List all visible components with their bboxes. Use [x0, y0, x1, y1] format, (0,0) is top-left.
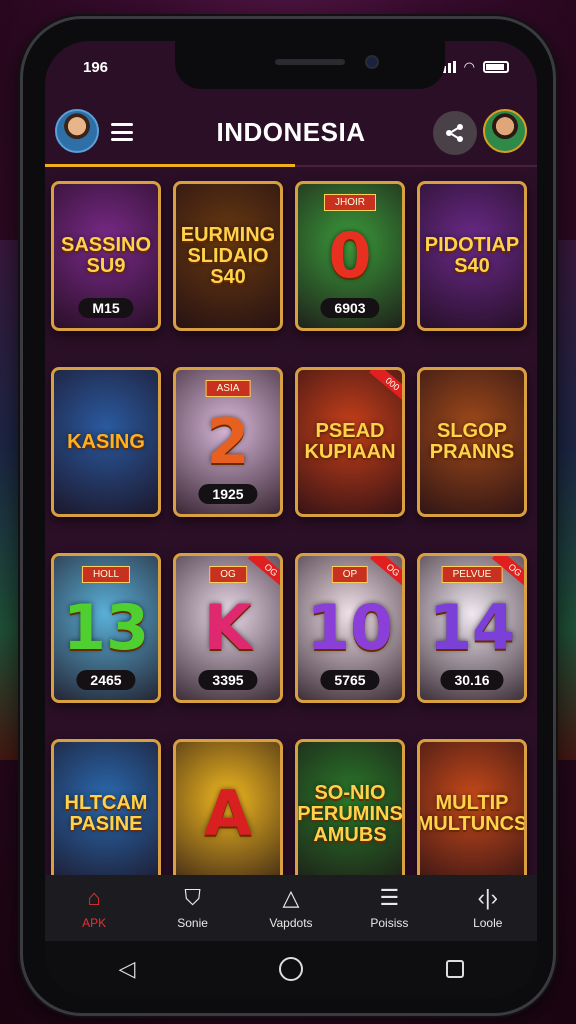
game-title: KASING	[67, 430, 145, 453]
share-button[interactable]	[433, 111, 477, 155]
recents-button[interactable]	[435, 949, 475, 989]
tab-label: Poisiss	[370, 916, 409, 930]
tab-loole[interactable]: ‹|› Loole	[443, 885, 533, 931]
tab-label: APK	[82, 916, 107, 930]
corner-ribbon: OG	[247, 556, 280, 591]
share-icon	[446, 124, 463, 142]
tab-vapdots[interactable]: △ Vapdots	[246, 885, 336, 931]
game-tile[interactable]: OG OG K 3395	[173, 553, 283, 703]
game-title: 2	[206, 405, 250, 479]
game-title: 13	[62, 591, 150, 665]
game-tile[interactable]: PELVUE OG 14 30.16	[417, 553, 527, 703]
game-title: PIDOTIAP S40	[424, 234, 520, 277]
game-plaque: HOLL	[81, 566, 131, 583]
app-screen: 196 ◠ INDONESIA SASSINO SU9 M15 EURMING SL…	[45, 41, 537, 997]
game-badge: M15	[78, 298, 134, 318]
game-title: EURMING SLIDAIO S40	[180, 223, 276, 288]
game-title: 0	[328, 219, 372, 293]
game-badge: 3395	[198, 670, 258, 690]
tab-poisiss[interactable]: ☰ Poisiss	[344, 885, 434, 931]
tab-label: Vapdots	[269, 916, 313, 930]
notch	[175, 41, 445, 89]
status-icons: ◠	[437, 59, 509, 75]
front-camera	[365, 55, 379, 69]
game-title: HLTCAM PASINE	[64, 792, 148, 835]
game-tile[interactable]: 000 PSEAD KUPIAAN	[295, 367, 405, 517]
phone-frame: 196 ◠ INDONESIA SASSINO SU9 M15 EURMING SL…	[20, 16, 556, 1016]
game-tile[interactable]: OP OG 10 5765	[295, 553, 405, 703]
back-icon[interactable]: ◁	[107, 949, 147, 989]
game-tile[interactable]: SASSINO SU9 M15	[51, 181, 161, 331]
home-icon: ⌂	[87, 885, 101, 910]
game-tile[interactable]: KASING	[51, 367, 161, 517]
game-title: SASSINO SU9	[60, 234, 152, 277]
profile-avatar[interactable]	[483, 109, 527, 153]
game-tile[interactable]: EURMING SLIDAIO S40	[173, 181, 283, 331]
status-time: 196	[83, 59, 109, 76]
app-header: INDONESIA	[45, 101, 537, 169]
battery-icon	[483, 61, 509, 73]
game-title: A	[204, 777, 252, 851]
tab-apk[interactable]: ⌂ APK	[49, 885, 139, 931]
game-badge: 1925	[198, 484, 258, 504]
game-grid: SASSINO SU9 M15 EURMING SLIDAIO S40 JHOIR 0 6…	[51, 181, 531, 901]
game-tile[interactable]: A	[173, 739, 283, 889]
game-badge: 30.16	[440, 670, 504, 690]
game-tile[interactable]: MULTIP MULTUNCS	[417, 739, 527, 889]
game-title: 10	[306, 591, 394, 665]
game-title: SO-NIO PERUMINS AMUBS	[297, 781, 403, 846]
list-icon: ☰	[379, 885, 400, 910]
game-tile[interactable]: HLTCAM PASINE	[51, 739, 161, 889]
game-tile[interactable]: JHOIR 0 6903	[295, 181, 405, 331]
game-tile[interactable]: SLGOP PRANNS	[417, 367, 527, 517]
bottom-tab-bar: ⌂ APK ⛉ Sonie △ Vapdots ☰ Poisiss ‹|› Loole	[45, 875, 537, 941]
recents-icon	[446, 960, 464, 978]
game-badge: 2465	[76, 670, 136, 690]
game-title: MULTIP MULTUNCS	[417, 792, 527, 835]
triangle-icon: △	[282, 885, 300, 910]
game-badge: 6903	[320, 298, 380, 318]
game-tile[interactable]: ASIA 2 1925	[173, 367, 283, 517]
game-title: SLGOP PRANNS	[429, 420, 515, 463]
game-plaque: ASIA	[205, 380, 251, 397]
game-plaque: OP	[331, 566, 369, 583]
bag-icon: ⛉	[184, 885, 201, 910]
corner-ribbon: OG	[369, 556, 402, 591]
home-circle-icon	[279, 957, 303, 981]
game-tile[interactable]: HOLL 13 2465	[51, 553, 161, 703]
game-badge: 5765	[320, 670, 380, 690]
system-nav-bar: ◁	[45, 941, 537, 997]
active-indicator	[45, 164, 295, 167]
tab-label: Loole	[473, 916, 503, 930]
wifi-icon: ◠	[463, 59, 475, 74]
header-divider	[45, 164, 537, 167]
speaker	[275, 59, 345, 65]
game-title: 14	[428, 591, 516, 665]
tab-label: Sonie	[177, 916, 208, 930]
game-tile[interactable]: PIDOTIAP S40	[417, 181, 527, 331]
game-tile[interactable]: SO-NIO PERUMINS AMUBS	[295, 739, 405, 889]
game-plaque: PELVUE	[441, 566, 503, 583]
game-plaque: OG	[209, 566, 247, 583]
home-button[interactable]	[271, 949, 311, 989]
game-plaque: JHOIR	[324, 194, 376, 211]
tab-sonie[interactable]: ⛉ Sonie	[148, 885, 238, 931]
code-icon: ‹|›	[477, 885, 498, 910]
corner-ribbon: 000	[369, 370, 402, 405]
game-title: PSEAD KUPIAAN	[304, 420, 396, 463]
game-title: K	[203, 591, 253, 665]
